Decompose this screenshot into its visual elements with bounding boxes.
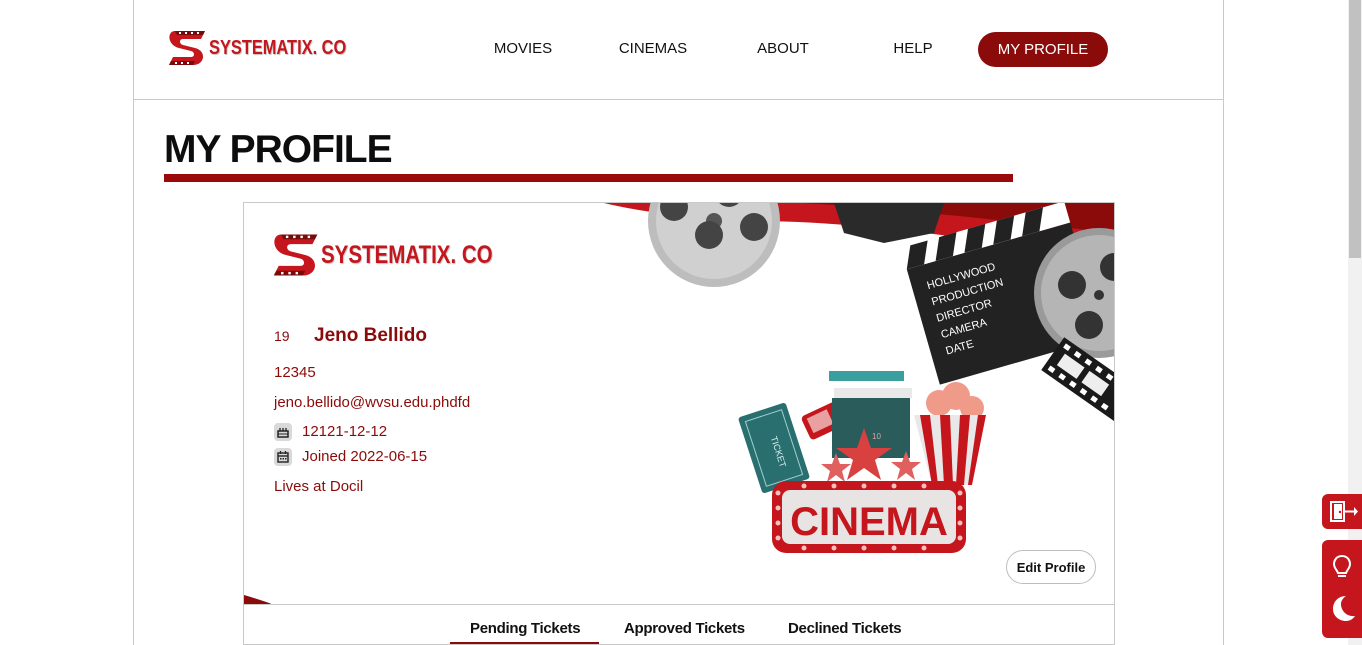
user-id: 19 — [274, 328, 290, 344]
nav-help[interactable]: HELP — [893, 40, 932, 57]
card-brand-logo: SYSTEMATIX. CO — [269, 228, 530, 282]
user-birthday: 12121-12-12 — [302, 423, 388, 440]
edit-profile-label: Edit Profile — [1016, 559, 1086, 575]
user-email: jeno.bellido@wvsu.edu.phdfd — [274, 394, 471, 411]
nav-my-profile[interactable]: MY PROFILE — [978, 32, 1108, 67]
svg-text:10: 10 — [872, 432, 881, 441]
dark-mode-button[interactable] — [1322, 592, 1362, 628]
brand-name: SYSTEMATIX. CO — [209, 36, 347, 59]
nav-my-profile-label: MY PROFILE — [997, 41, 1089, 58]
logout-button[interactable] — [1322, 494, 1362, 529]
page-scrollbar-thumb[interactable] — [1349, 0, 1361, 258]
tab-approved-tickets[interactable]: Approved Tickets — [624, 620, 745, 637]
cake-icon — [274, 423, 292, 442]
user-joined-row: Joined 2022-06-15 — [274, 448, 428, 467]
user-birthday-row: 12121-12-12 — [274, 423, 388, 442]
cinema-illustration-icon: TICKET 10 CINEMA — [738, 371, 986, 553]
tabs-divider — [244, 604, 1114, 605]
user-location: Lives at Docil — [274, 478, 364, 495]
tab-declined-tickets[interactable]: Declined Tickets — [788, 620, 902, 637]
nav-cinemas[interactable]: CINEMAS — [619, 40, 687, 57]
page-title: MY PROFILE — [164, 128, 393, 171]
card-brand-name: SYSTEMATIX. CO — [321, 240, 493, 269]
film-s-logo-icon — [169, 31, 205, 65]
user-full-name: Jeno Bellido — [314, 325, 427, 346]
edit-profile-button[interactable]: Edit Profile — [1006, 550, 1096, 584]
profile-card: HOLLYWOOD PRODUCTION DIRECTOR CAMERA DAT… — [243, 202, 1115, 645]
header: SYSTEMATIX. CO MOVIES CINEMAS ABOUT HELP… — [134, 0, 1223, 100]
calendar-icon — [274, 448, 292, 467]
user-joined: Joined 2022-06-15 — [302, 448, 428, 465]
page-frame: SYSTEMATIX. CO MOVIES CINEMAS ABOUT HELP… — [133, 0, 1224, 645]
film-s-logo-icon — [273, 234, 318, 276]
nav-about[interactable]: ABOUT — [757, 40, 809, 57]
brand-logo[interactable]: SYSTEMATIX. CO — [165, 27, 376, 69]
user-number: 12345 — [274, 364, 316, 381]
lightbulb-button[interactable] — [1322, 548, 1362, 584]
nav-movies[interactable]: MOVIES — [494, 40, 552, 57]
title-underline — [164, 174, 1013, 182]
cinema-sign-text: CINEMA — [790, 500, 948, 544]
tab-pending-tickets[interactable]: Pending Tickets — [470, 620, 581, 637]
logout-icon — [1330, 501, 1358, 522]
film-reel-icon — [648, 203, 780, 287]
